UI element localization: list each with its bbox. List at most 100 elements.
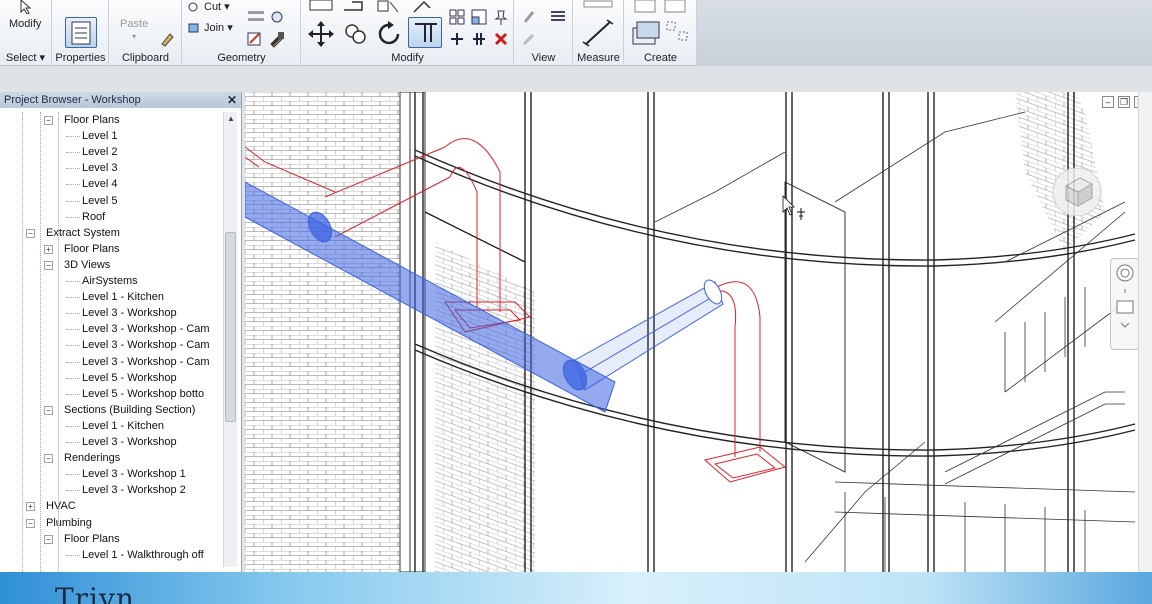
- properties-button[interactable]: [65, 17, 97, 48]
- tree-connector: [66, 136, 80, 138]
- align-icon[interactable]: [308, 0, 336, 12]
- delete-icon[interactable]: [492, 30, 510, 48]
- move-icon[interactable]: [307, 20, 335, 48]
- tree-item[interactable]: Level 3 - Workshop - Cam: [82, 354, 210, 370]
- cut-icon: [188, 2, 198, 11]
- select-dropdown[interactable]: Select ▾: [0, 51, 51, 64]
- tree-item[interactable]: Level 3 - Workshop: [82, 305, 177, 321]
- scale-icon[interactable]: [470, 8, 488, 26]
- viewcube-icon[interactable]: [1050, 162, 1104, 216]
- tree-item[interactable]: Level 1 - Kitchen: [82, 418, 164, 434]
- create-assembly-icon[interactable]: [629, 18, 661, 48]
- tree-connector: [66, 297, 80, 299]
- trim-extend-button[interactable]: [408, 17, 442, 48]
- ribbon-gap: [0, 66, 1152, 92]
- tree-item[interactable]: Level 3 - Workshop 2: [82, 482, 186, 498]
- model-canvas[interactable]: [245, 92, 1152, 572]
- tree-item[interactable]: Sections (Building Section): [64, 402, 195, 418]
- tree-item[interactable]: Level 1: [82, 128, 117, 144]
- brush-icon[interactable]: [158, 30, 176, 48]
- tree-item[interactable]: Floor Plans: [64, 112, 120, 128]
- rotate-icon[interactable]: [376, 20, 404, 48]
- split-face-icon[interactable]: [269, 8, 291, 26]
- properties-label: Properties: [55, 52, 106, 64]
- modify-panel-label: Modify: [391, 52, 424, 64]
- paint-icon[interactable]: [246, 30, 264, 48]
- restore-icon[interactable]: ❐: [1118, 96, 1130, 108]
- close-icon[interactable]: ✕: [227, 93, 237, 107]
- tree-connector: [66, 281, 80, 282]
- tree-item[interactable]: Level 5: [82, 193, 117, 209]
- split-with-gap-icon[interactable]: [470, 30, 488, 48]
- collapse-toggle-icon[interactable]: −: [26, 518, 35, 528]
- tree-connector: [66, 152, 80, 154]
- tree-item[interactable]: HVAC: [46, 498, 76, 514]
- tree-item[interactable]: Level 1 - Kitchen: [82, 289, 164, 305]
- viewport-scrollbar[interactable]: [1138, 92, 1152, 572]
- mirror-icon[interactable]: [376, 0, 402, 14]
- split-element-icon[interactable]: [448, 30, 466, 48]
- tree-item[interactable]: Level 1 - Walkthrough off: [82, 547, 204, 563]
- project-browser: Project Browser - Workshop ✕ − Floor Plan…: [0, 92, 242, 572]
- browser-scroll-thumb[interactable]: [225, 232, 236, 422]
- array-icon[interactable]: [448, 8, 466, 26]
- expand-toggle-icon[interactable]: +: [44, 244, 53, 254]
- 3d-viewport[interactable]: – ❐ ✕: [245, 92, 1152, 572]
- create-parts-icon[interactable]: [663, 18, 691, 46]
- create-group-icon[interactable]: [631, 0, 691, 14]
- chevron-down-icon: ▾: [224, 1, 230, 13]
- tree-item[interactable]: 3D Views: [64, 257, 110, 273]
- tree-item[interactable]: Floor Plans: [64, 531, 120, 547]
- collapse-toggle-icon[interactable]: −: [44, 534, 53, 544]
- paste-button[interactable]: Paste ▾: [120, 18, 148, 41]
- pin-icon[interactable]: [492, 8, 510, 26]
- copy-icon[interactable]: [342, 20, 370, 48]
- collapse-toggle-icon[interactable]: −: [44, 405, 53, 415]
- tree-item[interactable]: AirSystems: [82, 273, 138, 289]
- tree-item[interactable]: Level 3 - Workshop: [82, 434, 177, 450]
- hide-icon[interactable]: [521, 30, 539, 48]
- view-panel: View: [515, 0, 573, 66]
- tree-item[interactable]: Floor Plans: [64, 241, 120, 257]
- create-label: Create: [643, 52, 678, 64]
- tree-connector: [66, 393, 80, 395]
- tree-item[interactable]: Level 2: [82, 144, 117, 160]
- offset-icon[interactable]: [342, 0, 368, 12]
- navigation-bar[interactable]: [1110, 258, 1140, 350]
- tree-item[interactable]: Level 3 - Workshop - Cam: [82, 321, 210, 337]
- tree-connector: [66, 474, 80, 476]
- wall-joins-icon[interactable]: [246, 8, 268, 26]
- tree-item[interactable]: Level 3: [82, 160, 117, 176]
- tree-item[interactable]: Level 4: [82, 176, 117, 192]
- tree-guide-line: [22, 112, 23, 572]
- tree-item[interactable]: Level 3 - Workshop - Cam: [82, 337, 210, 353]
- measure-between-icon[interactable]: [580, 0, 618, 14]
- brick-wall-left: [245, 92, 400, 572]
- project-browser-title: Project Browser - Workshop: [4, 94, 141, 106]
- join-button[interactable]: Join ▾: [187, 21, 233, 34]
- tree-item[interactable]: Level 3 - Workshop 1: [82, 466, 186, 482]
- collapse-toggle-icon[interactable]: −: [44, 454, 53, 464]
- tree-item[interactable]: Plumbing: [46, 515, 92, 531]
- steering-wheel-icon[interactable]: [1111, 259, 1139, 349]
- aligned-dimension-icon[interactable]: [580, 18, 618, 48]
- override-graphics-icon[interactable]: [521, 8, 567, 26]
- tree-connector: [66, 554, 80, 556]
- select-panel: Modify Select ▾: [0, 0, 52, 66]
- collapse-toggle-icon[interactable]: −: [44, 116, 53, 125]
- collapse-toggle-icon[interactable]: −: [26, 228, 35, 238]
- cut-button[interactable]: Cut ▾: [187, 0, 230, 13]
- demolish-icon[interactable]: [269, 30, 287, 48]
- modify-button[interactable]: Modify: [9, 0, 41, 30]
- tree-item[interactable]: Level 5 - Workshop: [82, 370, 177, 386]
- tree-item[interactable]: Renderings: [64, 450, 120, 466]
- cursor-arrow-icon: [20, 0, 32, 14]
- expand-toggle-icon[interactable]: +: [26, 502, 35, 512]
- minimize-icon[interactable]: –: [1102, 96, 1114, 108]
- scroll-up-icon[interactable]: ▲: [224, 114, 238, 123]
- collapse-toggle-icon[interactable]: −: [44, 260, 53, 270]
- tree-item[interactable]: Roof: [82, 209, 105, 225]
- browser-scrollbar[interactable]: ▲: [223, 112, 237, 567]
- trim-icon[interactable]: [410, 0, 436, 14]
- tree-item[interactable]: Level 5 - Workshop botto: [82, 386, 204, 402]
